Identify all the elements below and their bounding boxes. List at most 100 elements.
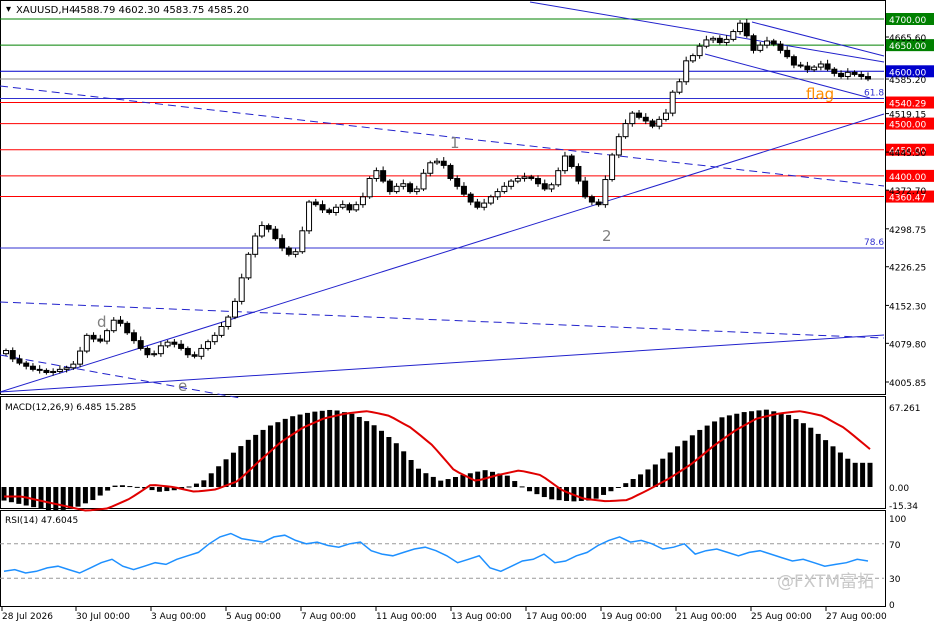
candle-body [804, 65, 811, 71]
macd-bar [282, 418, 288, 487]
candle [205, 339, 212, 351]
macd-bar [534, 487, 540, 495]
macd-bar [364, 421, 370, 487]
macd-bar [704, 425, 710, 487]
symbol-menu-icon[interactable]: ▾ [6, 4, 11, 15]
candle-body [299, 230, 306, 253]
candle-body [178, 343, 185, 349]
macd-bar [623, 483, 629, 487]
candle-body [90, 334, 97, 340]
candle-body [615, 136, 622, 156]
candle-body [265, 225, 272, 230]
macd-bar [519, 486, 525, 488]
candle-body [97, 338, 104, 342]
macd-bar [667, 452, 673, 487]
candle-body [157, 345, 164, 355]
wave-label-d: d [97, 313, 107, 331]
candle [407, 181, 414, 194]
macd-tick-label: -15.34 [889, 502, 918, 512]
candle-body [43, 369, 50, 374]
candle [83, 333, 90, 354]
macd-bar [149, 487, 155, 491]
rsi-label: RSI(14) 47.6045 [5, 516, 78, 526]
macd-bar [201, 480, 207, 487]
candle-body [312, 201, 319, 206]
candle-body [602, 179, 609, 206]
candle-body [487, 196, 494, 204]
fib-label-1: 78.6 [864, 238, 884, 248]
candle [568, 153, 575, 169]
candle-body [548, 184, 555, 190]
x-tick-label: 5 Aug 00:00 [226, 612, 281, 622]
candle-body [23, 362, 30, 367]
rsi-tick-label: 30 [889, 575, 901, 585]
x-tick-label: 17 Aug 00:00 [526, 612, 587, 622]
candle-body [252, 235, 259, 255]
price-tick-label: 4372.70 [889, 187, 926, 197]
macd-bar [245, 439, 251, 487]
macd-bar [430, 476, 436, 487]
candle-body [824, 63, 831, 70]
macd-bar [223, 459, 229, 487]
ohlc-readout: 4588.79 4602.30 4583.75 4585.20 [74, 5, 249, 16]
candle-body [454, 177, 461, 187]
macd-label: MACD(12,26,9) 6.485 15.285 [5, 403, 136, 413]
macd-bar [771, 411, 777, 487]
candle-body [205, 341, 212, 349]
macd-bar [297, 414, 303, 487]
x-tick-label: 19 Aug 00:00 [601, 612, 662, 622]
price-tick-label: 4665.60 [889, 34, 926, 44]
candle-body [851, 71, 858, 75]
macd-bar [156, 487, 162, 492]
macd-bar [97, 487, 103, 496]
candle [124, 321, 131, 335]
macd-bar [852, 462, 858, 487]
wave-label-e: e [178, 377, 187, 395]
macd-bar [386, 437, 392, 487]
macd-bar [401, 451, 407, 487]
macd-bar [830, 446, 836, 487]
candle-body [70, 363, 77, 369]
candle-body [420, 172, 427, 190]
candle [299, 226, 306, 254]
candle-body [535, 177, 542, 185]
macd-bar [645, 469, 651, 487]
price-tick-label: 4519.15 [889, 111, 926, 121]
candle [615, 133, 622, 159]
candle-body [16, 358, 23, 364]
macd-bar [867, 462, 873, 487]
macd-bar [290, 416, 296, 487]
candle-body [319, 204, 326, 211]
candle-body [386, 180, 393, 193]
candle-body [306, 201, 313, 232]
candle-body [231, 300, 238, 318]
candle-body [723, 38, 730, 44]
candle-body [494, 191, 501, 198]
candle-body [83, 334, 90, 352]
candle-body [326, 209, 333, 213]
macd-bar [90, 487, 96, 501]
candle-body [831, 68, 838, 74]
macd-bar [860, 462, 866, 487]
candle-body [238, 277, 245, 302]
price-tick-label: 4445.50 [889, 149, 926, 159]
macd-bar [719, 417, 725, 487]
candle-body [541, 183, 548, 190]
x-tick-label: 21 Aug 00:00 [676, 612, 737, 622]
macd-tick-label: 0.00 [889, 484, 909, 494]
macd-bar [82, 487, 88, 504]
x-tick-label: 7 Aug 00:00 [301, 612, 356, 622]
macd-bar [763, 409, 769, 487]
candle [555, 167, 562, 187]
candle-body [683, 60, 690, 83]
candle-body [137, 340, 144, 349]
macd-bar [75, 487, 81, 507]
macd-bar [630, 479, 636, 487]
candle [306, 199, 313, 234]
macd-bar [119, 485, 125, 487]
x-tick-label: 30 Jul 00:00 [76, 612, 130, 622]
candle-body [332, 206, 339, 213]
candle-body [393, 185, 400, 193]
candle-body [561, 155, 568, 172]
macd-bar [45, 487, 51, 511]
